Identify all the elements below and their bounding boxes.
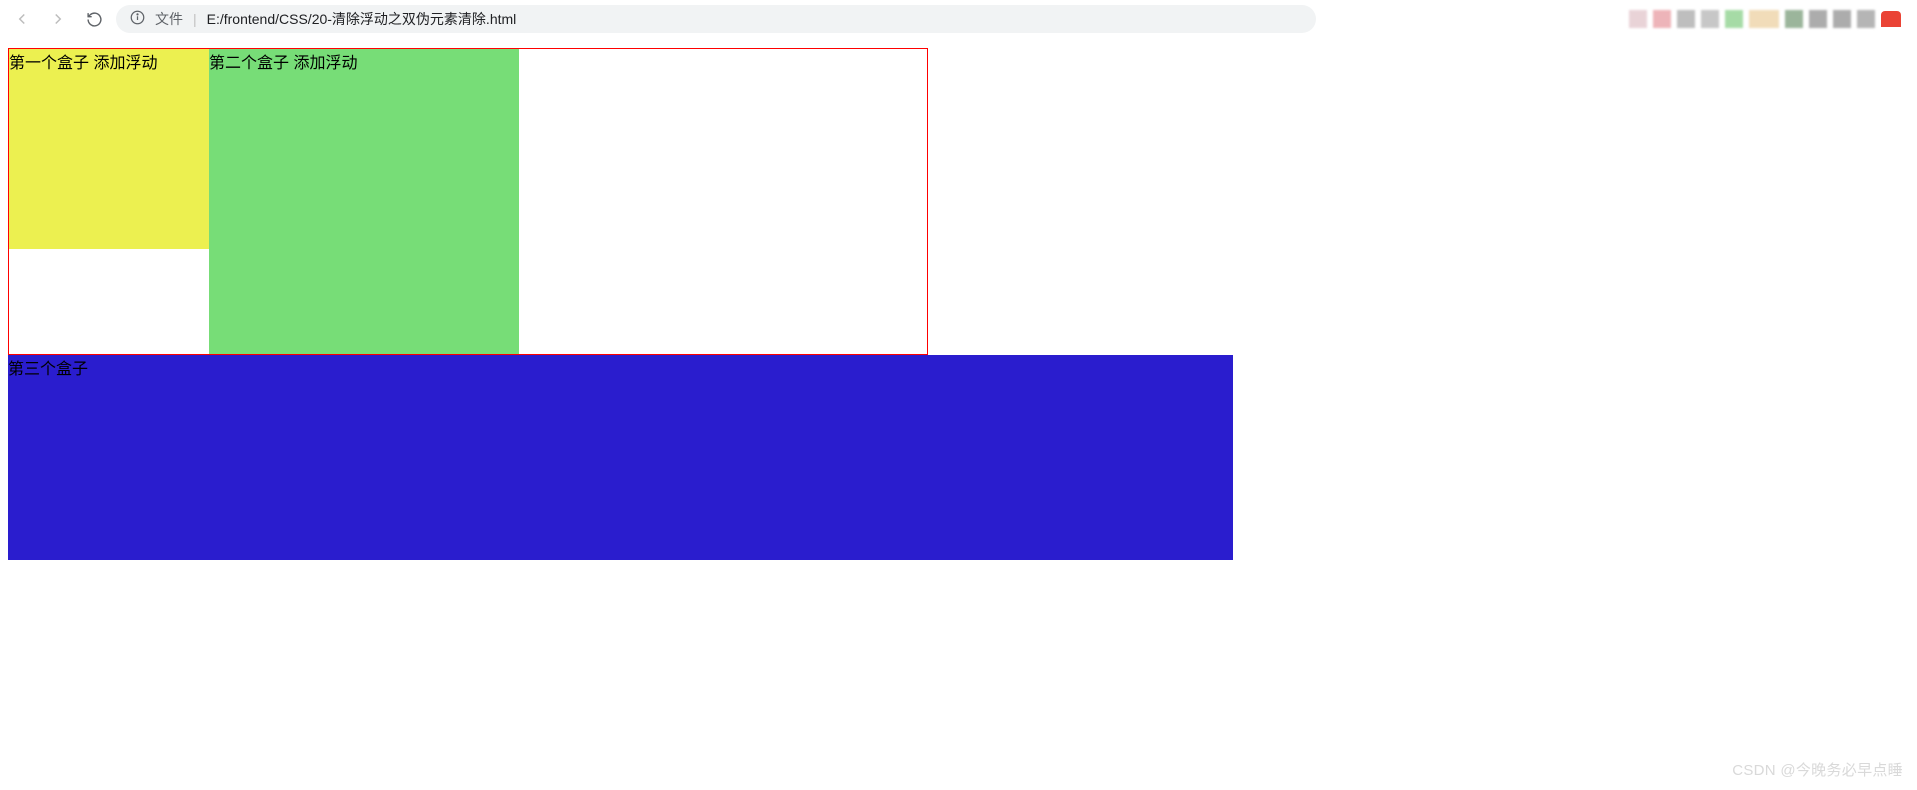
extension-icon[interactable] — [1857, 10, 1875, 28]
extension-icons — [1629, 10, 1901, 28]
info-icon — [130, 10, 145, 28]
address-bar[interactable]: 文件 | E:/frontend/CSS/20-清除浮动之双伪元素清除.html — [116, 5, 1316, 33]
browser-toolbar: 文件 | E:/frontend/CSS/20-清除浮动之双伪元素清除.html — [0, 0, 1917, 38]
extension-icon[interactable] — [1653, 10, 1671, 28]
box-1: 第一个盒子 添加浮动 — [9, 49, 209, 249]
forward-button[interactable] — [44, 5, 72, 33]
box-1-text: 第一个盒子 添加浮动 — [9, 55, 157, 72]
extension-icon[interactable] — [1809, 10, 1827, 28]
page-content: 第一个盒子 添加浮动 第二个盒子 添加浮动 第三个盒子 — [0, 38, 1917, 560]
url-scheme-label: 文件 — [155, 9, 183, 29]
extension-icon[interactable] — [1749, 10, 1779, 28]
extension-icon[interactable] — [1629, 10, 1647, 28]
box-3-text: 第三个盒子 — [8, 361, 88, 378]
box-2: 第二个盒子 添加浮动 — [209, 49, 519, 354]
watermark: CSDN @今晚务必早点睡 — [1732, 759, 1903, 780]
extension-icon[interactable] — [1725, 10, 1743, 28]
reload-button[interactable] — [80, 5, 108, 33]
box-2-text: 第二个盒子 添加浮动 — [209, 55, 357, 72]
extension-icon[interactable] — [1833, 10, 1851, 28]
extension-icon[interactable] — [1677, 10, 1695, 28]
url-text: E:/frontend/CSS/20-清除浮动之双伪元素清除.html — [207, 9, 517, 29]
profile-avatar-icon[interactable] — [1881, 11, 1901, 27]
extension-icon[interactable] — [1701, 10, 1719, 28]
container-clearfix: 第一个盒子 添加浮动 第二个盒子 添加浮动 — [8, 48, 928, 355]
box-3: 第三个盒子 — [8, 355, 1233, 560]
url-divider: | — [193, 11, 197, 27]
extension-icon[interactable] — [1785, 10, 1803, 28]
back-button[interactable] — [8, 5, 36, 33]
